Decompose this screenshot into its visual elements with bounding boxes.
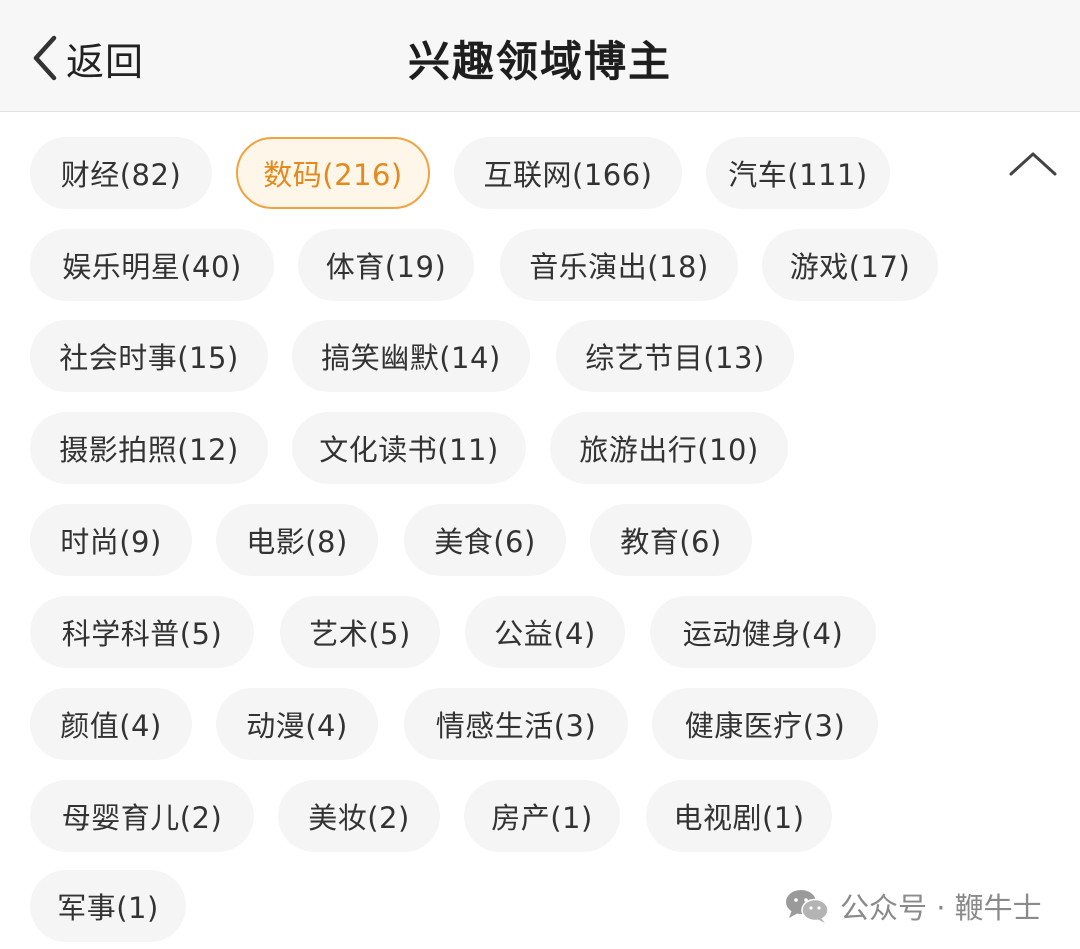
tag-chip[interactable]: 情感生活(3) [404,688,628,760]
tag-chip[interactable]: 财经(82) [30,137,212,209]
nav-bar: 返回 兴趣领域博主 [0,0,1080,112]
tag-chip[interactable]: 音乐演出(18) [500,229,738,301]
tag-chip[interactable]: 电视剧(1) [646,780,832,852]
watermark-text: 公众号 · 鞭牛士 [840,891,1042,925]
chevron-up-icon [1009,152,1057,176]
tag-chip[interactable]: 公益(4) [465,596,625,668]
collapse-button[interactable] [1006,144,1060,184]
tag-chip[interactable]: 科学科普(5) [30,596,254,668]
tag-chip[interactable]: 艺术(5) [280,596,440,668]
tag-chip[interactable]: 旅游出行(10) [550,412,788,484]
tag-chip[interactable]: 摄影拍照(12) [30,412,268,484]
tag-chip[interactable]: 房产(1) [464,780,620,852]
tag-chip[interactable]: 教育(6) [590,504,752,576]
tag-chip[interactable]: 时尚(9) [30,504,192,576]
tag-chip[interactable]: 动漫(4) [216,688,378,760]
page-title: 兴趣领域博主 [407,37,672,86]
tag-chip[interactable]: 颜值(4) [30,688,192,760]
tag-chip[interactable]: 文化读书(11) [292,412,526,484]
tag-chip[interactable]: 体育(19) [298,229,474,301]
tag-chip[interactable]: 美食(6) [404,504,566,576]
tag-chip[interactable]: 搞笑幽默(14) [292,320,530,392]
tag-chip[interactable]: 综艺节目(13) [556,320,794,392]
tag-chip[interactable]: 美妆(2) [278,780,440,852]
watermark: 公众号 · 鞭牛士 [784,882,1042,930]
tag-chip[interactable]: 母婴育儿(2) [30,780,254,852]
tag-chip[interactable]: 游戏(17) [762,229,938,301]
tag-chip[interactable]: 运动健身(4) [650,596,876,668]
tag-chip-selected[interactable]: 数码(216) [236,137,430,209]
tag-chip[interactable]: 汽车(111) [706,137,890,209]
wechat-icon [786,890,829,923]
tag-chip[interactable]: 健康医疗(3) [652,688,878,760]
tag-chip[interactable]: 社会时事(15) [30,320,268,392]
tag-chip[interactable]: 互联网(166) [454,137,682,209]
tag-chip[interactable]: 军事(1) [30,870,186,942]
tag-chip[interactable]: 娱乐明星(40) [30,229,274,301]
tag-chip[interactable]: 电影(8) [216,504,378,576]
